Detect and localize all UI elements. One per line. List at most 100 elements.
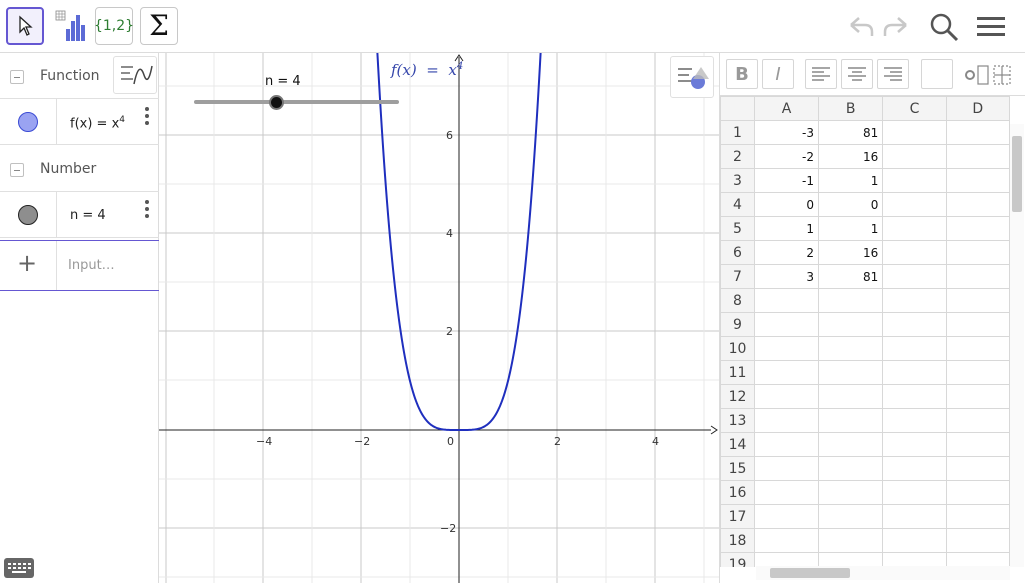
cell-c[interactable] xyxy=(882,120,947,145)
cell-a[interactable] xyxy=(754,360,819,385)
cell-a[interactable]: 1 xyxy=(754,216,819,241)
move-tool-button[interactable] xyxy=(6,7,44,45)
cell-a[interactable]: 2 xyxy=(754,240,819,265)
row-header[interactable]: 19 xyxy=(720,552,756,567)
add-icon[interactable]: + xyxy=(17,251,37,275)
collapse-icon[interactable] xyxy=(10,163,24,177)
cell-b[interactable] xyxy=(817,360,884,385)
cell-c[interactable] xyxy=(882,432,947,457)
cell-d[interactable] xyxy=(945,312,1010,337)
cell-c[interactable] xyxy=(882,192,947,217)
cell-a[interactable] xyxy=(754,456,819,481)
more-options-icon[interactable] xyxy=(145,107,149,125)
cell-b[interactable] xyxy=(817,384,884,409)
row-header[interactable]: 8 xyxy=(720,288,756,313)
align-center-button[interactable] xyxy=(841,59,873,89)
cell-a[interactable] xyxy=(754,384,819,409)
slider-thumb[interactable] xyxy=(269,95,284,110)
cell-d[interactable] xyxy=(945,552,1010,567)
cell-b[interactable] xyxy=(817,528,884,553)
cell-b[interactable]: 16 xyxy=(817,240,884,265)
cell-b[interactable] xyxy=(817,432,884,457)
graphics-style-button[interactable] xyxy=(670,56,714,98)
row-header[interactable]: 3 xyxy=(720,168,756,193)
bold-button[interactable]: B xyxy=(726,59,758,89)
cell-a[interactable] xyxy=(754,288,819,313)
main-menu-button[interactable] xyxy=(974,10,1008,44)
cell-a[interactable]: 3 xyxy=(754,264,819,289)
row-header[interactable]: 4 xyxy=(720,192,756,217)
cell-a[interactable]: -1 xyxy=(754,168,819,193)
search-button[interactable] xyxy=(927,10,961,44)
cell-b[interactable] xyxy=(817,288,884,313)
more-options-icon[interactable] xyxy=(145,200,149,218)
cell-a[interactable] xyxy=(754,312,819,337)
cell-a[interactable] xyxy=(754,408,819,433)
cell-d[interactable] xyxy=(945,456,1010,481)
cell-d[interactable] xyxy=(945,384,1010,409)
cell-a[interactable]: -2 xyxy=(754,144,819,169)
graphics-view[interactable]: −4 −2 0 2 4 6 4 2 −2 n = 4 f(x) = x4 xyxy=(159,53,719,583)
cell-c[interactable] xyxy=(882,552,947,567)
column-header[interactable]: C xyxy=(882,96,947,121)
cell-d[interactable] xyxy=(945,264,1010,289)
align-right-button[interactable] xyxy=(877,59,909,89)
row-header[interactable]: 1 xyxy=(720,120,756,145)
cell-b[interactable]: 1 xyxy=(817,216,884,241)
row-header[interactable]: 10 xyxy=(720,336,756,361)
cell-b[interactable] xyxy=(817,312,884,337)
graphics-canvas[interactable]: −4 −2 0 2 4 6 4 2 −2 xyxy=(159,53,719,583)
row-header[interactable]: 9 xyxy=(720,312,756,337)
visibility-marble-icon[interactable] xyxy=(18,205,38,225)
cell-d[interactable] xyxy=(945,168,1010,193)
cell-c[interactable] xyxy=(882,456,947,481)
cell-a[interactable] xyxy=(754,432,819,457)
cell-b[interactable] xyxy=(817,456,884,481)
cell-d[interactable] xyxy=(945,432,1010,457)
spreadsheet-grid[interactable]: A B C D 1 -3 81 2 -2 16 3 -1 1 4 0 0 5 1 1 6 2 16 7 3 81 8 9 10… xyxy=(720,96,1010,567)
cell-d[interactable] xyxy=(945,288,1010,313)
bar-chart-tool-button[interactable] xyxy=(51,7,89,45)
group-header-number[interactable]: Number xyxy=(0,146,159,192)
row-header[interactable]: 16 xyxy=(720,480,756,505)
redo-button[interactable] xyxy=(880,10,914,44)
row-header[interactable]: 18 xyxy=(720,528,756,553)
cell-c[interactable] xyxy=(882,528,947,553)
italic-button[interactable]: I xyxy=(762,59,794,89)
cell-c[interactable] xyxy=(882,384,947,409)
collapse-icon[interactable] xyxy=(10,70,24,84)
cell-b[interactable] xyxy=(817,408,884,433)
cell-c[interactable] xyxy=(882,504,947,529)
cell-b[interactable]: 81 xyxy=(817,264,884,289)
border-style-button[interactable] xyxy=(960,60,1025,90)
cell-c[interactable] xyxy=(882,240,947,265)
cell-c[interactable] xyxy=(882,144,947,169)
keyboard-icon[interactable] xyxy=(4,558,34,578)
cell-a[interactable] xyxy=(754,504,819,529)
cell-color-button[interactable] xyxy=(921,59,953,89)
cell-c[interactable] xyxy=(882,168,947,193)
cell-d[interactable] xyxy=(945,528,1010,553)
cell-a[interactable] xyxy=(754,336,819,361)
cell-b[interactable]: 16 xyxy=(817,144,884,169)
cell-a[interactable]: -3 xyxy=(754,120,819,145)
cell-d[interactable] xyxy=(945,240,1010,265)
cell-b[interactable] xyxy=(817,336,884,361)
slider-track[interactable] xyxy=(194,100,399,104)
visibility-marble-icon[interactable] xyxy=(18,112,38,132)
algebra-input[interactable]: Input… xyxy=(68,258,115,273)
align-left-button[interactable] xyxy=(805,59,837,89)
cell-c[interactable] xyxy=(882,360,947,385)
cell-c[interactable] xyxy=(882,216,947,241)
cell-b[interactable] xyxy=(817,552,884,567)
row-header[interactable]: 2 xyxy=(720,144,756,169)
cell-d[interactable] xyxy=(945,408,1010,433)
cell-b[interactable] xyxy=(817,480,884,505)
algebra-style-button[interactable] xyxy=(113,56,157,94)
cell-d[interactable] xyxy=(945,216,1010,241)
algebra-input-row[interactable]: + Input… xyxy=(0,240,159,291)
vertical-scrollbar[interactable] xyxy=(1010,124,1024,567)
cell-a[interactable] xyxy=(754,480,819,505)
row-header[interactable]: 15 xyxy=(720,456,756,481)
row-header[interactable]: 7 xyxy=(720,264,756,289)
